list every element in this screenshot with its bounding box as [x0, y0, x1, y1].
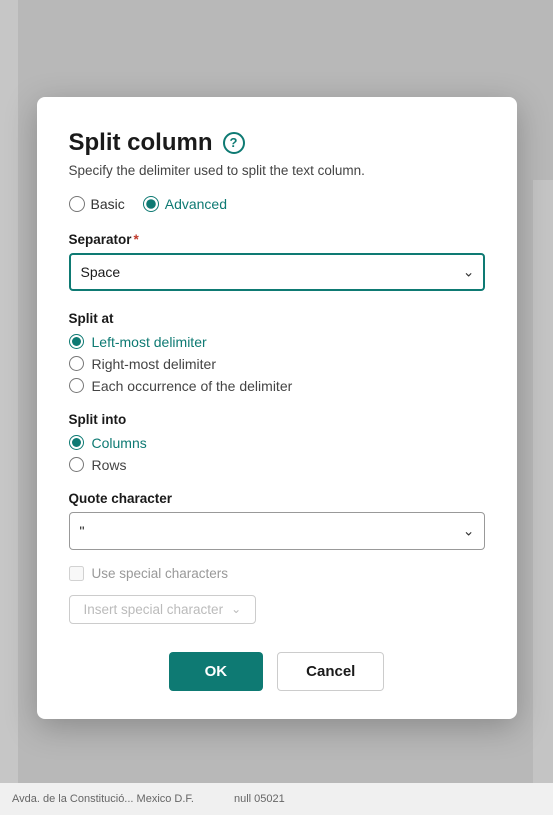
split-at-leftmost[interactable]: Left-most delimiter: [69, 334, 485, 350]
split-into-columns-radio[interactable]: [69, 435, 84, 450]
split-into-columns[interactable]: Columns: [69, 435, 485, 451]
split-into-label: Split into: [69, 412, 485, 427]
separator-label: Separator*: [69, 232, 485, 247]
mode-basic-radio[interactable]: [69, 196, 85, 212]
mode-advanced-radio[interactable]: [143, 196, 159, 212]
mode-selector: Basic Advanced: [69, 196, 485, 212]
split-at-each[interactable]: Each occurrence of the delimiter: [69, 378, 485, 394]
mode-basic-label: Basic: [91, 196, 125, 212]
split-into-columns-label: Columns: [92, 435, 147, 451]
cancel-button[interactable]: Cancel: [277, 652, 384, 691]
split-at-label: Split at: [69, 311, 485, 326]
split-at-group: Left-most delimiter Right-most delimiter…: [69, 334, 485, 394]
use-special-chars-label: Use special characters: [92, 566, 229, 581]
dialog-subtitle: Specify the delimiter used to split the …: [69, 163, 485, 178]
split-at-rightmost[interactable]: Right-most delimiter: [69, 356, 485, 372]
dialog-title: Split column: [69, 129, 213, 157]
title-row: Split column ?: [69, 129, 485, 157]
insert-special-char-arrow-icon: ⌄: [231, 602, 241, 616]
mode-advanced-label: Advanced: [165, 196, 227, 212]
status-bar-right: null 05021: [234, 793, 285, 805]
split-at-rightmost-label: Right-most delimiter: [92, 356, 216, 372]
separator-select-wrapper: Space Comma Tab Semicolon Colon Custom ⌄: [69, 253, 485, 291]
split-at-leftmost-label: Left-most delimiter: [92, 334, 207, 350]
modal-overlay: Split column ? Specify the delimiter use…: [0, 0, 553, 815]
mode-basic-option[interactable]: Basic: [69, 196, 125, 212]
split-column-dialog: Split column ? Specify the delimiter use…: [37, 97, 517, 719]
split-at-each-radio[interactable]: [69, 378, 84, 393]
required-star: *: [134, 232, 139, 247]
use-special-chars-row: Use special characters: [69, 566, 485, 581]
quote-char-select[interactable]: " ' None: [69, 512, 485, 550]
split-into-group: Columns Rows: [69, 435, 485, 473]
quote-char-label: Quote character: [69, 491, 485, 506]
split-at-each-label: Each occurrence of the delimiter: [92, 378, 293, 394]
insert-special-char-button: Insert special character ⌄: [69, 595, 257, 624]
help-icon[interactable]: ?: [223, 132, 245, 154]
ok-button[interactable]: OK: [169, 652, 264, 691]
mode-advanced-option[interactable]: Advanced: [143, 196, 227, 212]
status-bar-left: Avda. de la Constitució... Mexico D.F.: [12, 793, 194, 805]
split-into-rows[interactable]: Rows: [69, 457, 485, 473]
status-bar: Avda. de la Constitució... Mexico D.F. n…: [0, 783, 553, 815]
split-into-rows-radio[interactable]: [69, 457, 84, 472]
split-at-leftmost-radio[interactable]: [69, 334, 84, 349]
dialog-footer: OK Cancel: [69, 652, 485, 691]
separator-select[interactable]: Space Comma Tab Semicolon Colon Custom: [69, 253, 485, 291]
insert-special-char-label: Insert special character: [84, 602, 224, 617]
split-into-rows-label: Rows: [92, 457, 127, 473]
split-at-rightmost-radio[interactable]: [69, 356, 84, 371]
quote-char-select-wrapper: " ' None ⌄: [69, 512, 485, 550]
use-special-chars-checkbox[interactable]: [69, 566, 84, 581]
